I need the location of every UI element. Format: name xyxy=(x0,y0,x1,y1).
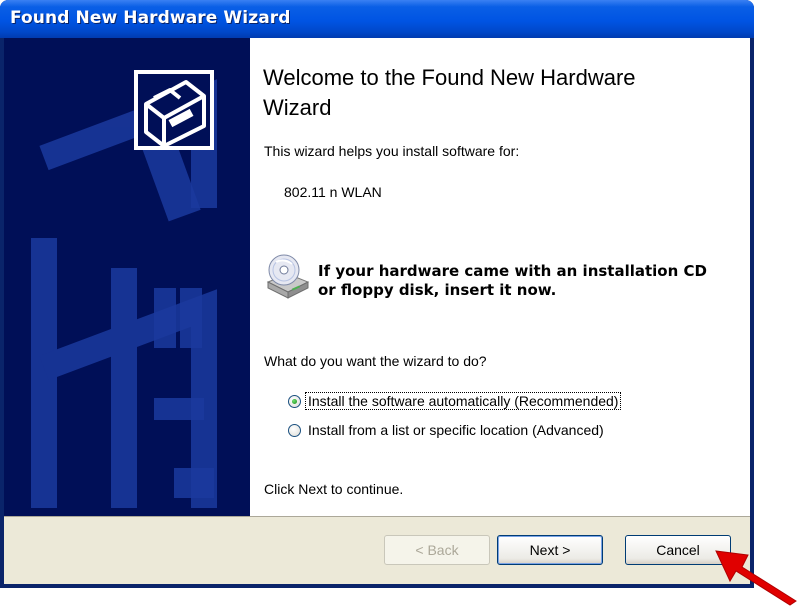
continue-hint: Click Next to continue. xyxy=(264,481,404,497)
hardware-box-icon xyxy=(134,70,214,150)
device-name: 802.11 n WLAN xyxy=(284,184,382,200)
page-title: Welcome to the Found New Hardware Wizard xyxy=(263,65,636,120)
cd-prompt-line-1: If your hardware came with an installati… xyxy=(318,262,707,280)
window-title: Found New Hardware Wizard xyxy=(10,8,291,28)
option-automatic-label[interactable]: Install the software automatically (Reco… xyxy=(304,392,622,410)
question-text: What do you want the wizard to do? xyxy=(264,353,487,369)
banner-graphic xyxy=(31,70,217,508)
cd-drive-icon xyxy=(266,254,310,299)
cd-prompt-line-2: or floppy disk, insert it now. xyxy=(318,281,557,299)
radio-selected-dot xyxy=(292,398,297,404)
radio-advanced[interactable] xyxy=(288,423,301,437)
back-button[interactable]: < Back xyxy=(384,535,490,565)
title-bar[interactable]: Found New Hardware Wizard xyxy=(0,0,754,38)
option-advanced-label[interactable]: Install from a list or specific location… xyxy=(306,422,606,438)
red-arrow-icon xyxy=(715,550,797,606)
wizard-banner xyxy=(4,38,250,516)
cd-prompt: If your hardware came with an installati… xyxy=(318,262,748,300)
next-button[interactable]: Next > xyxy=(497,535,603,565)
intro-text: This wizard helps you install software f… xyxy=(264,143,520,159)
radio-automatic[interactable] xyxy=(288,394,301,408)
option-advanced[interactable]: Install from a list or specific location… xyxy=(288,419,606,441)
option-automatic[interactable]: Install the software automatically (Reco… xyxy=(288,390,622,412)
content-panel: Welcome to the Found New Hardware Wizard… xyxy=(250,38,750,516)
